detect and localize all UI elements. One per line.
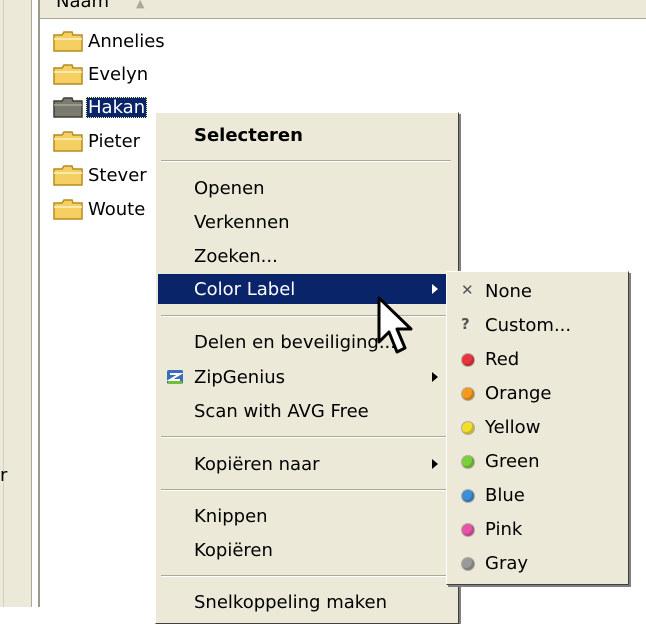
menu-item-label: Knippen — [194, 505, 268, 527]
green-dot-icon — [462, 456, 474, 468]
menu-item-label: Openen — [194, 177, 265, 199]
folder-item-annelies[interactable]: Annelies — [52, 28, 167, 54]
menu-item-copy[interactable]: Kopiëren — [158, 535, 454, 565]
menu-item-open[interactable]: Openen — [158, 173, 454, 203]
color-item-label: Orange — [485, 383, 552, 404]
color-item-green[interactable]: Green — [449, 445, 625, 478]
menu-item-label: Color Label — [194, 278, 296, 300]
menu-item-label: Scan with AVG Free — [194, 400, 369, 422]
folder-name: Evelyn — [88, 63, 149, 85]
name-column-label[interactable]: Naam — [56, 0, 109, 12]
color-item-label: None — [485, 281, 532, 302]
menu-item-label: Kopiëren naar — [194, 453, 320, 475]
gray-dot-icon — [462, 558, 474, 570]
blue-dot-icon — [462, 490, 474, 502]
folder-item-pieter[interactable]: Pieter — [52, 128, 142, 154]
color-item-label: Gray — [485, 553, 529, 574]
column-header[interactable]: Naam ▲ — [40, 0, 646, 19]
folder-icon — [52, 164, 84, 186]
color-item-label: Custom... — [485, 315, 572, 336]
folder-item-steven[interactable]: Stever — [52, 162, 149, 188]
submenu-arrow-icon — [432, 459, 438, 469]
color-item-custom[interactable]: ? Custom... — [449, 309, 625, 342]
folder-icon — [52, 96, 84, 118]
menu-item-label: Zoeken... — [194, 245, 278, 267]
menu-item-search[interactable]: Zoeken... — [158, 241, 454, 271]
color-item-label: Green — [485, 451, 540, 472]
color-item-red[interactable]: Red — [449, 343, 625, 376]
question-icon: ? — [461, 315, 470, 333]
menu-item-explore[interactable]: Verkennen — [158, 207, 454, 237]
color-item-blue[interactable]: Blue — [449, 479, 625, 512]
menu-separator — [161, 436, 451, 438]
context-menu: Selecteren Openen Verkennen Zoeken... Co… — [155, 112, 459, 624]
zipgenius-icon — [166, 368, 184, 386]
folder-name: Woute — [88, 198, 146, 220]
color-item-label: Pink — [485, 519, 523, 540]
menu-separator — [161, 160, 451, 162]
submenu-arrow-icon — [432, 372, 438, 382]
color-item-label: Red — [485, 349, 520, 370]
color-item-label: Blue — [485, 485, 525, 506]
red-dot-icon — [462, 354, 474, 366]
left-panel-text: r — [0, 465, 8, 486]
color-item-orange[interactable]: Orange — [449, 377, 625, 410]
orange-dot-icon — [462, 388, 474, 400]
menu-item-label: ZipGenius — [194, 366, 285, 388]
menu-item-label: Selecteren — [194, 124, 303, 146]
panel-divider[interactable] — [38, 0, 40, 607]
mouse-pointer-icon — [377, 296, 415, 358]
menu-item-label: Delen en beveiliging... — [194, 331, 396, 353]
menu-item-copy-to[interactable]: Kopiëren naar — [158, 449, 454, 479]
yellow-dot-icon — [462, 422, 474, 434]
menu-item-cut[interactable]: Knippen — [158, 501, 454, 531]
menu-separator — [161, 489, 451, 491]
menu-item-label: Verkennen — [194, 211, 290, 233]
color-item-yellow[interactable]: Yellow — [449, 411, 625, 444]
menu-item-select[interactable]: Selecteren — [158, 120, 454, 150]
color-item-pink[interactable]: Pink — [449, 513, 625, 546]
folder-item-hakan[interactable]: Hakan — [52, 94, 148, 120]
folder-item-wouter[interactable]: Woute — [52, 196, 147, 222]
folder-icon — [52, 63, 84, 85]
color-label-submenu: ✕ None ? Custom... Red Orange Yellow Gre… — [446, 271, 629, 585]
menu-item-label: Kopiëren — [194, 539, 273, 561]
folder-item-evelyn[interactable]: Evelyn — [52, 61, 150, 87]
folder-name: Pieter — [88, 130, 141, 152]
left-panel-edge — [3, 0, 4, 607]
none-icon: ✕ — [461, 281, 474, 299]
menu-item-label: Snelkoppeling maken — [194, 591, 388, 613]
folder-icon — [52, 30, 84, 52]
folder-icon — [52, 198, 84, 220]
menu-item-scan-avg[interactable]: Scan with AVG Free — [158, 396, 454, 426]
folder-icon — [52, 130, 84, 152]
sort-ascending-icon: ▲ — [136, 0, 145, 10]
color-item-label: Yellow — [485, 417, 541, 438]
folder-name: Stever — [88, 164, 147, 186]
left-panel — [0, 0, 32, 607]
pink-dot-icon — [462, 524, 474, 536]
menu-separator — [161, 575, 451, 577]
folder-name: Hakan — [86, 96, 148, 118]
folder-name: Annelies — [88, 30, 165, 52]
color-item-gray[interactable]: Gray — [449, 547, 625, 580]
color-item-none[interactable]: ✕ None — [449, 275, 625, 308]
menu-item-zipgenius[interactable]: ZipGenius — [158, 362, 454, 392]
menu-item-create-shortcut[interactable]: Snelkoppeling maken — [158, 587, 454, 617]
submenu-arrow-icon — [432, 284, 438, 294]
